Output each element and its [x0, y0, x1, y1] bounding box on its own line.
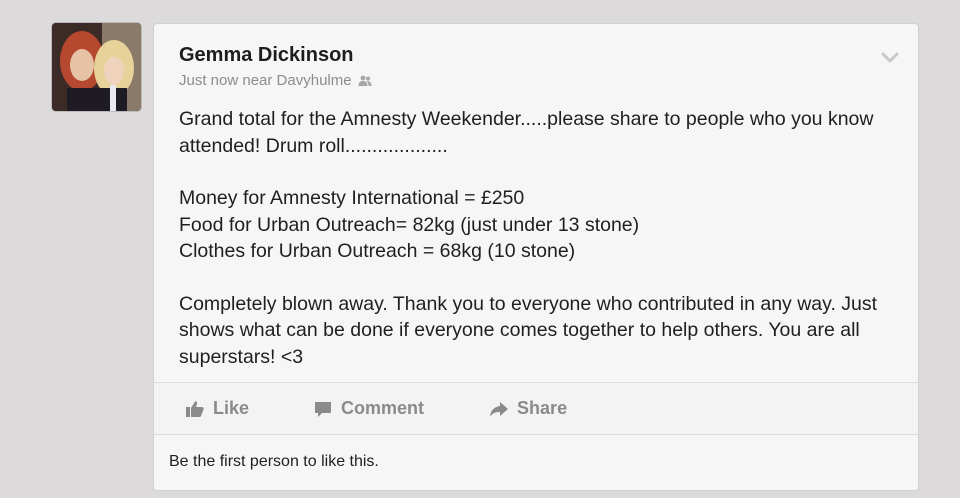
share-label: Share [517, 398, 568, 418]
share-button[interactable]: Share [489, 398, 567, 419]
post-line: Clothes for Urban Outreach = 68kg (10 st… [179, 240, 576, 262]
comment-icon [315, 401, 332, 417]
post-card: Gemma Dickinson Just now near Davyhulme … [153, 23, 919, 491]
avatar[interactable] [52, 23, 141, 111]
post-header: Gemma Dickinson Just now near Davyhulme [179, 44, 898, 89]
like-button[interactable]: Like [185, 398, 249, 419]
comment-label: Comment [341, 398, 425, 418]
action-bar: Like Comment Share [154, 382, 918, 435]
profile-photo [52, 23, 141, 111]
likes-summary: Be the first person to like this. [169, 453, 379, 470]
post-line: Money for Amnesty International = £250 [179, 187, 525, 209]
post-timestamp-location[interactable]: Just now near Davyhulme [179, 72, 352, 89]
friends-icon [358, 75, 372, 86]
comment-button[interactable]: Comment [313, 398, 424, 419]
author-name[interactable]: Gemma Dickinson [179, 44, 898, 67]
post-meta: Just now near Davyhulme [179, 72, 898, 89]
post-body: Grand total for the Amnesty Weekender...… [179, 106, 904, 370]
post-paragraph: Grand total for the Amnesty Weekender...… [179, 108, 874, 157]
share-arrow-icon [490, 401, 509, 417]
post-paragraph: Completely blown away. Thank you to ever… [179, 292, 878, 368]
like-label: Like [213, 398, 250, 418]
thumbs-up-icon [186, 400, 204, 417]
post-line: Food for Urban Outreach= 82kg (just unde… [179, 213, 640, 236]
chevron-down-icon[interactable] [881, 52, 899, 64]
